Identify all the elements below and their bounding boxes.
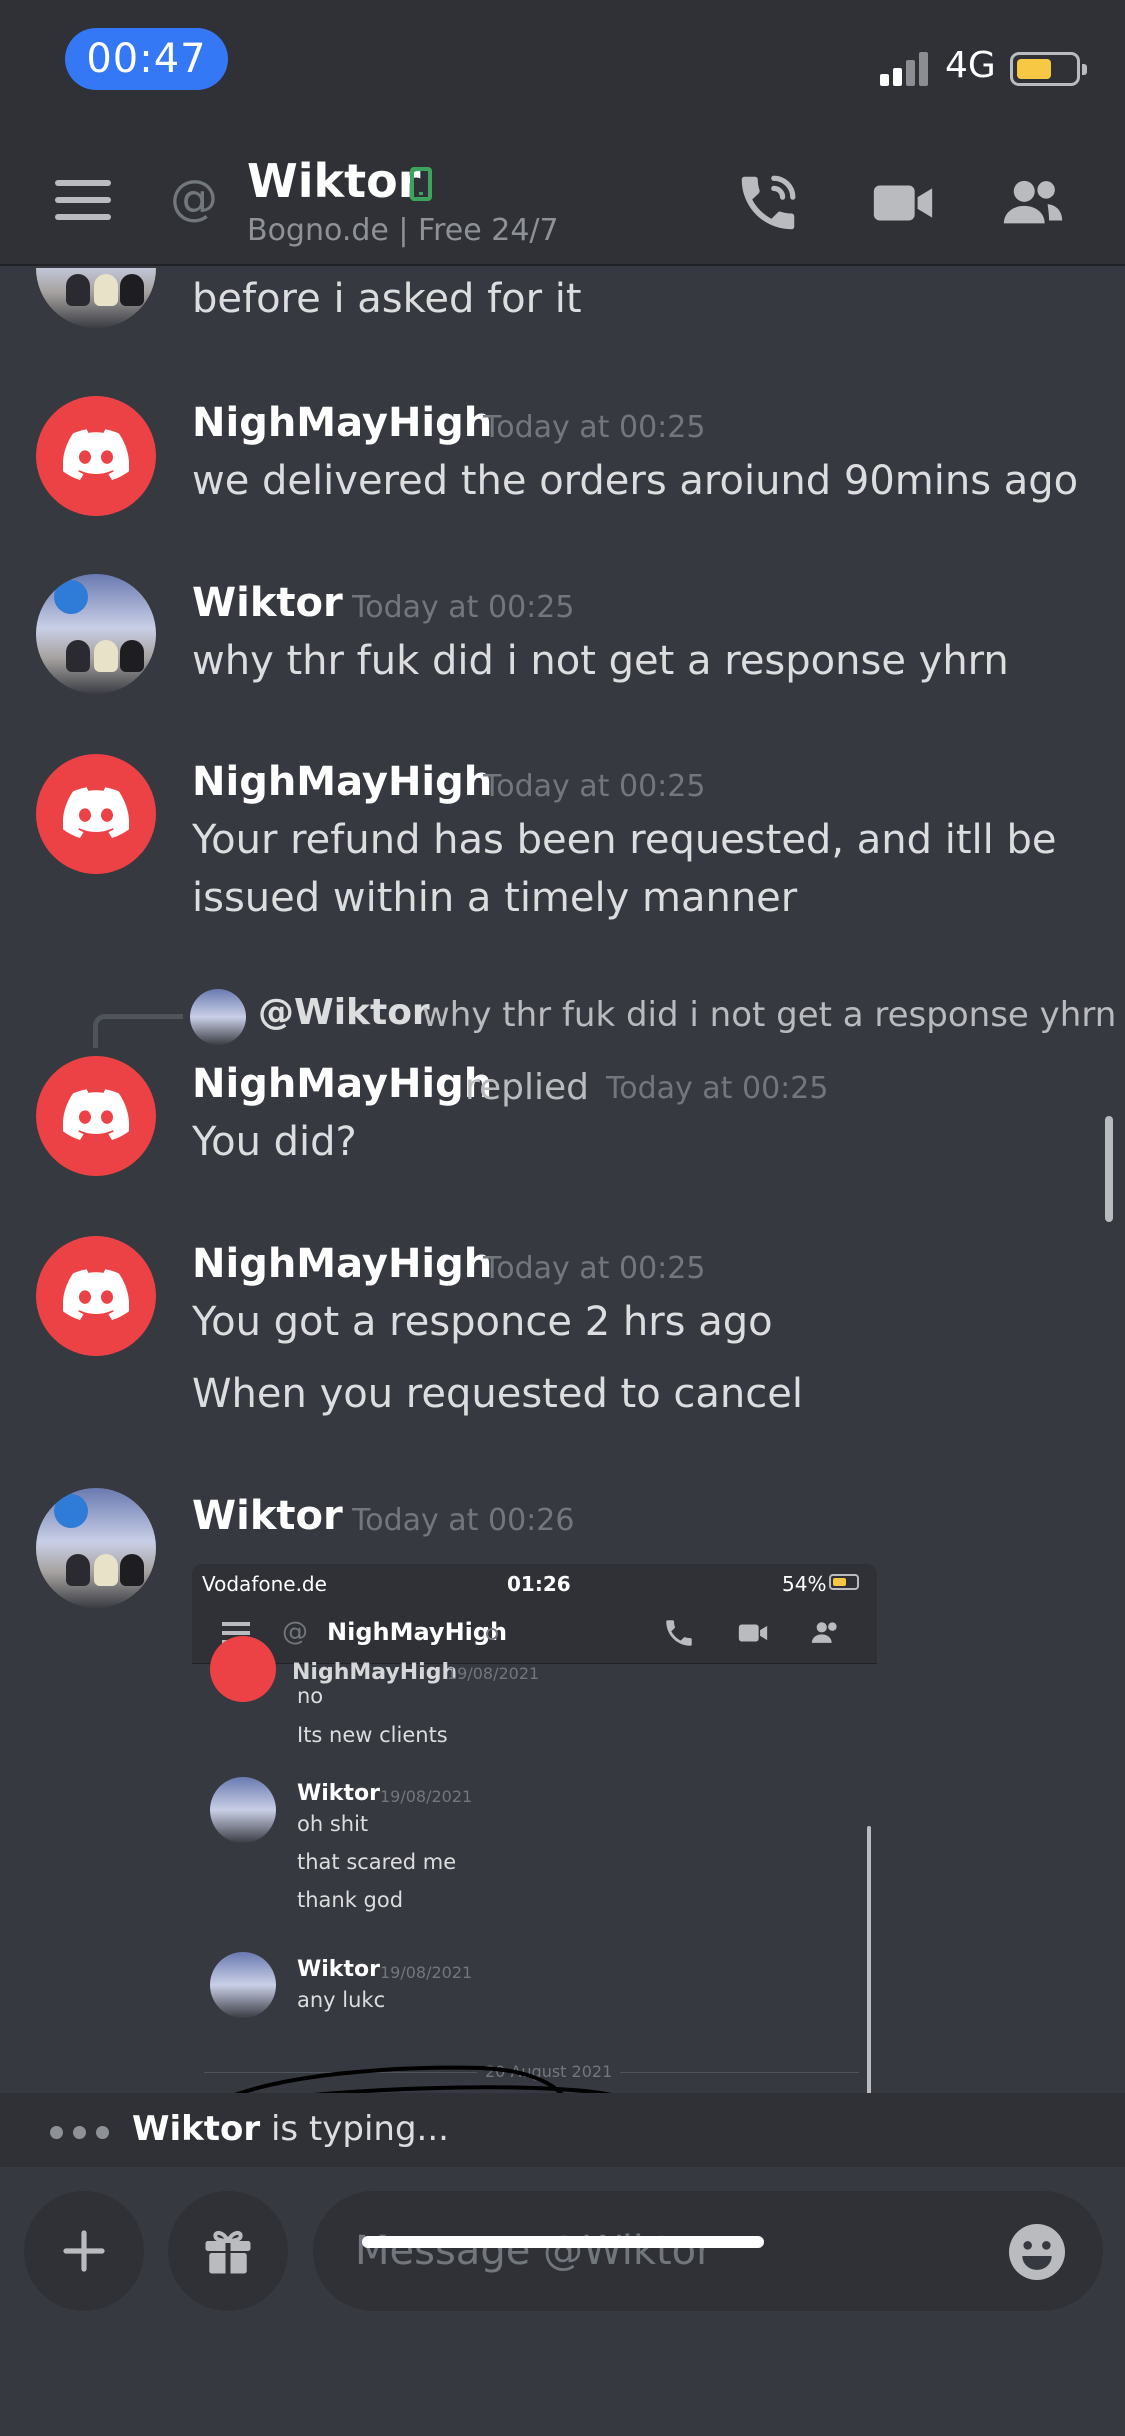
discord-logo-icon (63, 1269, 129, 1320)
typing-label: is typing... (260, 2109, 449, 2149)
attachment-message: no (297, 1684, 324, 1708)
typing-indicator: Wiktor is typing... (0, 2093, 1125, 2167)
message-author[interactable]: NighMayHigh (192, 1241, 492, 1287)
message-text: When you requested to cancel (192, 1371, 803, 1417)
typing-user: Wiktor (132, 2109, 261, 2149)
message-author[interactable]: NighMayHigh (192, 400, 492, 446)
channel-subtitle: Bogno.de | Free 24/7 (247, 213, 559, 248)
avatar[interactable] (36, 754, 156, 874)
message-text: You did? (192, 1119, 357, 1165)
channel-header: @ Wiktor Bogno.de | Free 24/7 (0, 140, 1125, 266)
discord-logo-icon (63, 1089, 129, 1140)
attachment-message: Its new clients (297, 1723, 448, 1747)
phone-call-icon[interactable] (733, 168, 803, 238)
add-attachment-button[interactable] (24, 2191, 144, 2311)
reply-avatar (190, 989, 246, 1045)
attachment-date: 19/08/2021 (380, 1963, 473, 1982)
emoji-icon (1009, 2224, 1065, 2280)
avatar (210, 1952, 276, 2018)
phone-call-icon (666, 1620, 692, 1646)
offline-status-icon (486, 1628, 498, 1640)
attachment-time: 01:26 (507, 1572, 571, 1596)
message-author[interactable]: Wiktor (192, 580, 343, 626)
typing-text: Wiktor is typing... (132, 2109, 449, 2149)
avatar (210, 1777, 276, 1843)
attachment-message: thank god (297, 1888, 404, 1912)
attachment-status-bar: Vodafone.de 01:26 54% (192, 1564, 877, 1602)
message-text: we delivered the orders aroiund 90mins a… (192, 458, 1079, 504)
avatar (210, 1636, 276, 1702)
attachment-author: NighMayHigh (292, 1660, 458, 1685)
message-text: You got a responce 2 hrs ago (192, 1299, 773, 1345)
signal-icon (880, 50, 932, 86)
attachment-scrollbar (867, 1826, 871, 2093)
message-timestamp: Today at 00:25 (483, 1251, 706, 1286)
image-attachment[interactable]: Vodafone.de 01:26 54% @ NighMayHigh Nigh… (192, 1564, 877, 2093)
typing-dots-icon (50, 2124, 119, 2143)
mobile-icon (410, 167, 432, 201)
message-text: Your refund has been requested, and itll… (192, 817, 1057, 863)
members-icon[interactable] (998, 168, 1068, 238)
avatar[interactable] (36, 396, 156, 516)
avatar[interactable] (36, 1488, 156, 1608)
avatar[interactable] (36, 1056, 156, 1176)
network-type: 4G (945, 45, 996, 86)
battery-icon (1010, 52, 1087, 86)
attachment-battery: 54% (782, 1572, 827, 1596)
battery-icon (829, 1574, 859, 1590)
message-text: why thr fuk did i not get a response yhr… (192, 638, 1009, 684)
avatar[interactable] (36, 1236, 156, 1356)
reply-connector (93, 1014, 183, 1048)
message-input[interactable] (313, 2191, 1103, 2311)
message-composer (0, 2167, 1125, 2436)
gift-icon (205, 2230, 251, 2274)
message-timestamp: Today at 00:26 (352, 1503, 575, 1538)
gift-button[interactable] (168, 2191, 288, 2311)
message-text: before i asked for it (192, 276, 582, 322)
attachment-date: 19/08/2021 (447, 1664, 540, 1683)
attachment-author: Wiktor (297, 1781, 380, 1806)
video-camera-icon[interactable] (868, 168, 938, 238)
message-timestamp: Today at 00:25 (606, 1071, 829, 1106)
attachment-message: that scared me (297, 1850, 457, 1874)
scribble-annotation (234, 2065, 612, 2093)
avatar[interactable] (36, 574, 156, 694)
home-indicator[interactable] (362, 2236, 764, 2248)
attachment-message: any lukc (297, 1988, 386, 2012)
channel-title[interactable]: Wiktor (247, 154, 420, 208)
message-list[interactable]: before i asked for it NighMayHigh Today … (0, 268, 1125, 2093)
at-icon: @ (170, 170, 218, 226)
message-author[interactable]: Wiktor (192, 1493, 343, 1539)
attachment-carrier: Vodafone.de (202, 1572, 327, 1596)
attachment-channel-title: NighMayHigh (327, 1618, 508, 1646)
members-icon (811, 1622, 837, 1643)
attachment-header: @ NighMayHigh (192, 1602, 877, 1664)
emoji-button[interactable] (1005, 2220, 1069, 2284)
message-timestamp: Today at 00:25 (483, 769, 706, 804)
attachment-author: Wiktor (297, 1957, 380, 1982)
at-icon: @ (282, 1617, 308, 1647)
status-bar: 00:47 4G (0, 0, 1125, 140)
attachment-date: 19/08/2021 (380, 1787, 473, 1806)
message-timestamp: Today at 00:25 (483, 410, 706, 445)
replied-label: replied (465, 1067, 590, 1108)
reply-mention[interactable]: @Wiktor (258, 992, 430, 1033)
status-time: 00:47 (65, 28, 228, 90)
message-author[interactable]: NighMayHigh (192, 759, 492, 805)
discord-logo-icon (63, 429, 129, 480)
message-text: issued within a timely manner (192, 875, 798, 921)
hamburger-icon[interactable] (55, 178, 111, 222)
message-author[interactable]: NighMayHigh (192, 1061, 492, 1107)
avatar[interactable] (36, 268, 156, 328)
discord-logo-icon (63, 787, 129, 838)
attachment-message: oh shit (297, 1812, 369, 1836)
chat-scrollbar[interactable] (1105, 1116, 1113, 1222)
plus-icon (63, 2230, 105, 2272)
message-timestamp: Today at 00:25 (352, 590, 575, 625)
video-camera-icon (738, 1624, 768, 1642)
reply-preview-text[interactable]: why thr fuk did i not get a response yhr… (422, 995, 1116, 1035)
